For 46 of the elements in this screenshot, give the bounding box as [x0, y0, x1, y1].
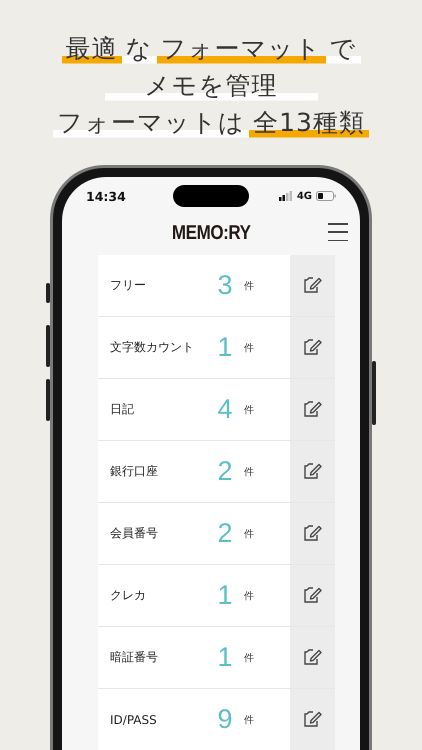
- battery-icon: [316, 191, 336, 201]
- memo-count: 1: [216, 642, 234, 673]
- format-name: フリー: [109, 277, 147, 294]
- count-unit: 件: [244, 466, 254, 478]
- app-logo: MEMO:RY: [172, 222, 250, 244]
- edit-icon: [303, 339, 322, 356]
- count-unit: 件: [244, 404, 254, 416]
- format-name: 文字数カウント: [109, 339, 195, 356]
- count-unit: 件: [244, 280, 254, 292]
- menu-button[interactable]: [328, 223, 348, 241]
- count-unit: 件: [244, 590, 254, 602]
- format-name: 会員番号: [109, 525, 159, 542]
- format-name: 銀行口座: [109, 463, 159, 480]
- format-name: クレカ: [109, 587, 147, 604]
- count-unit: 件: [244, 528, 254, 540]
- network-label: 4G: [296, 190, 312, 202]
- edit-icon: [303, 401, 322, 418]
- edit-button[interactable]: [290, 689, 335, 750]
- signal-icon: [278, 191, 293, 201]
- edit-icon: [303, 587, 322, 604]
- memo-count: 3: [216, 270, 234, 301]
- edit-button[interactable]: [290, 441, 335, 502]
- edit-button[interactable]: [290, 627, 335, 688]
- edit-icon: [303, 649, 322, 666]
- memo-count: 2: [216, 518, 234, 549]
- edit-button[interactable]: [290, 565, 335, 626]
- edit-button[interactable]: [290, 503, 335, 564]
- edit-button[interactable]: [290, 255, 335, 316]
- memo-count: 1: [216, 580, 234, 611]
- count-unit: 件: [244, 342, 254, 354]
- edit-icon: [303, 711, 322, 728]
- status-time: 14:34: [86, 188, 126, 204]
- edit-button[interactable]: [290, 317, 335, 378]
- edit-button[interactable]: [290, 379, 335, 440]
- memo-count: 9: [216, 704, 234, 735]
- edit-icon: [303, 463, 322, 480]
- format-name: ID/PASS: [109, 712, 158, 726]
- memo-count: 4: [216, 394, 234, 425]
- format-name: 日記: [109, 401, 135, 418]
- memo-count: 1: [216, 332, 234, 363]
- edit-icon: [303, 525, 322, 542]
- count-unit: 件: [244, 652, 254, 664]
- count-unit: 件: [244, 714, 254, 726]
- format-name: 暗証番号: [109, 649, 159, 666]
- memo-count: 2: [216, 456, 234, 487]
- edit-icon: [303, 277, 322, 294]
